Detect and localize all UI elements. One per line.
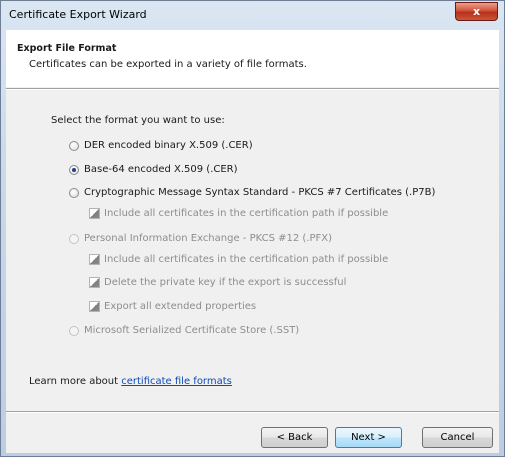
radio-pkcs7-label: Cryptographic Message Syntax Standard - … [84,187,436,198]
checkbox-pfx-delete-key-label: Delete the private key if the export is … [104,277,347,288]
radio-button-disabled-icon[interactable] [69,233,79,244]
header-divider [6,88,499,90]
checkbox-disabled-icon[interactable] [89,208,100,219]
cancel-button[interactable]: Cancel [422,427,493,448]
format-prompt: Select the format you want to use: [51,115,225,126]
radio-sst[interactable]: Microsoft Serialized Certificate Store (… [69,325,299,336]
page-subtitle: Certificates can be exported in a variet… [29,59,307,70]
radio-der-label: DER encoded binary X.509 (.CER) [84,140,253,151]
checkbox-pfx-export-properties[interactable]: Export all extended properties [89,301,256,312]
window-title: Certificate Export Wizard [9,8,147,21]
header-panel: Export File Format Certificates can be e… [6,30,499,87]
certificate-formats-link[interactable]: certificate file formats [121,376,232,387]
checkbox-pfx-include-path[interactable]: Include all certificates in the certific… [89,254,388,265]
radio-sst-label: Microsoft Serialized Certificate Store (… [84,325,300,336]
close-icon: x [472,5,481,18]
checkbox-pkcs7-include-path[interactable]: Include all certificates in the certific… [89,208,388,219]
close-button[interactable]: x [455,2,498,21]
checkbox-pfx-delete-key[interactable]: Delete the private key if the export is … [89,277,346,288]
page-title: Export File Format [17,43,117,54]
learn-more-text: Learn more about certificate file format… [29,376,232,387]
radio-pfx-label: Personal Information Exchange - PKCS #12… [84,233,333,244]
radio-button-icon[interactable] [69,140,79,151]
radio-button-selected-icon[interactable] [69,164,79,175]
radio-pfx[interactable]: Personal Information Exchange - PKCS #12… [69,233,332,244]
checkbox-pkcs7-include-path-label: Include all certificates in the certific… [104,208,389,219]
radio-button-disabled-icon[interactable] [69,325,79,336]
wizard-window: Certificate Export Wizard x Export File … [0,0,505,457]
checkbox-pfx-include-path-label: Include all certificates in the certific… [104,254,389,265]
title-bar[interactable]: Certificate Export Wizard x [1,1,504,29]
checkbox-pfx-export-properties-label: Export all extended properties [104,301,257,312]
checkbox-disabled-icon[interactable] [89,277,100,288]
learn-more-prefix: Learn more about [29,376,122,387]
checkbox-disabled-icon[interactable] [89,301,100,312]
radio-button-icon[interactable] [69,187,79,198]
next-button[interactable]: Next > [335,427,402,448]
radio-pkcs7[interactable]: Cryptographic Message Syntax Standard - … [69,187,435,198]
radio-der[interactable]: DER encoded binary X.509 (.CER) [69,140,253,151]
radio-base64[interactable]: Base-64 encoded X.509 (.CER) [69,164,238,175]
back-button[interactable]: < Back [261,427,328,448]
checkbox-disabled-icon[interactable] [89,254,100,265]
radio-base64-label: Base-64 encoded X.509 (.CER) [84,164,238,175]
wizard-client-area: Export File Format Certificates can be e… [6,30,499,453]
footer-divider [6,411,499,413]
